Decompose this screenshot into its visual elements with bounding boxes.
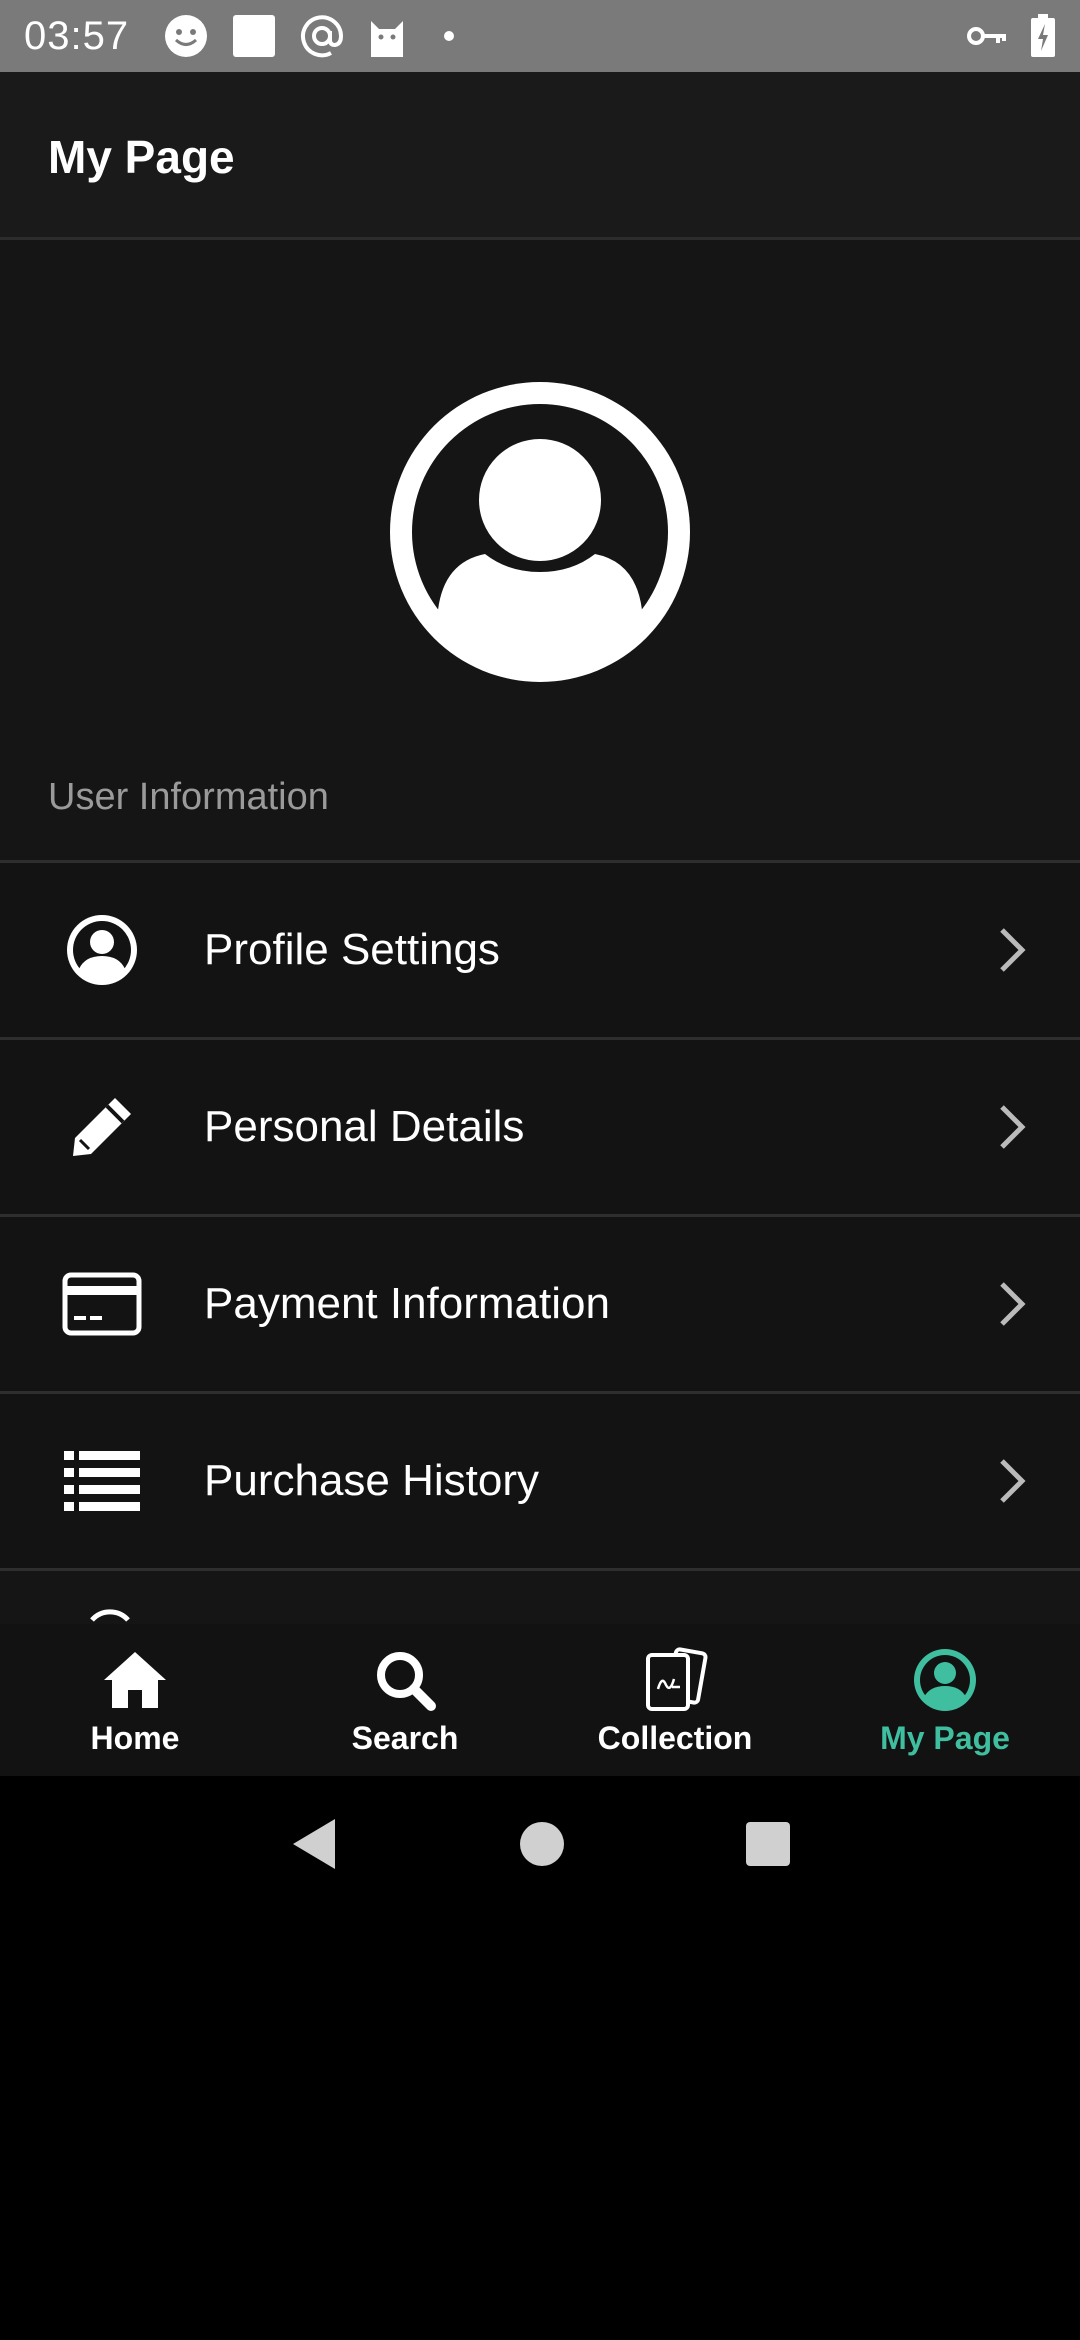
app-screen: My Page User Information Profile Setting… bbox=[0, 72, 1080, 1776]
nav-label: Collection bbox=[597, 1719, 753, 1756]
menu-item-label: Payment Information bbox=[204, 1279, 610, 1328]
menu-list: Profile Settings Personal Details Paymen… bbox=[0, 860, 1080, 1571]
menu-item-label: Profile Settings bbox=[204, 925, 500, 974]
account-circle-icon bbox=[909, 1644, 981, 1716]
app-header: My Page bbox=[0, 72, 1080, 240]
chevron-right-icon bbox=[992, 1453, 1032, 1509]
chevron-right-icon bbox=[992, 922, 1032, 978]
menu-item-purchase-history[interactable]: Purchase History bbox=[0, 1394, 1080, 1571]
account-circle-icon bbox=[60, 908, 144, 992]
pencil-icon bbox=[60, 1085, 144, 1169]
nav-label: Search bbox=[351, 1719, 459, 1756]
menu-item-label: Purchase History bbox=[204, 1456, 540, 1505]
nav-search[interactable]: Search bbox=[270, 1624, 540, 1776]
account-circle-icon bbox=[390, 382, 690, 682]
credit-card-icon bbox=[60, 1262, 144, 1346]
at-sign-icon bbox=[299, 13, 345, 59]
status-bar: 03:57 bbox=[0, 0, 1080, 72]
home-circle-icon[interactable] bbox=[519, 1821, 565, 1872]
nav-label: Home bbox=[90, 1719, 180, 1756]
key-icon bbox=[966, 21, 1008, 51]
cards-icon bbox=[639, 1644, 711, 1716]
dot-icon bbox=[429, 13, 469, 59]
smiley-icon bbox=[163, 13, 209, 59]
profile-avatar-area bbox=[0, 240, 1080, 800]
back-icon[interactable] bbox=[289, 1817, 339, 1876]
page-title: My Page bbox=[48, 131, 235, 183]
square-icon bbox=[231, 13, 277, 59]
nav-my-page[interactable]: My Page bbox=[810, 1624, 1080, 1776]
nav-collection[interactable]: Collection bbox=[540, 1624, 810, 1776]
home-icon bbox=[99, 1644, 171, 1716]
recents-icon[interactable] bbox=[745, 1821, 791, 1872]
section-label: User Information bbox=[48, 776, 329, 818]
chevron-right-icon bbox=[992, 1276, 1032, 1332]
chevron-right-icon bbox=[992, 1099, 1032, 1155]
avatar[interactable] bbox=[390, 382, 690, 682]
bottom-nav: Home Search Collection My Page bbox=[0, 1624, 1080, 1776]
status-icons-left bbox=[163, 13, 469, 59]
search-icon bbox=[369, 1644, 441, 1716]
menu-item-payment-information[interactable]: Payment Information bbox=[0, 1217, 1080, 1394]
menu-item-label: Personal Details bbox=[204, 1102, 525, 1151]
menu-item-profile-settings[interactable]: Profile Settings bbox=[0, 863, 1080, 1040]
status-icons-right bbox=[966, 14, 1056, 58]
cat-icon bbox=[367, 13, 407, 59]
system-nav-bar bbox=[0, 1776, 1080, 1916]
menu-item-personal-details[interactable]: Personal Details bbox=[0, 1040, 1080, 1217]
list-icon bbox=[60, 1439, 144, 1523]
nav-label: My Page bbox=[880, 1719, 1010, 1756]
status-time: 03:57 bbox=[24, 13, 130, 58]
nav-home[interactable]: Home bbox=[0, 1624, 270, 1776]
battery-charging-icon bbox=[1030, 14, 1056, 58]
